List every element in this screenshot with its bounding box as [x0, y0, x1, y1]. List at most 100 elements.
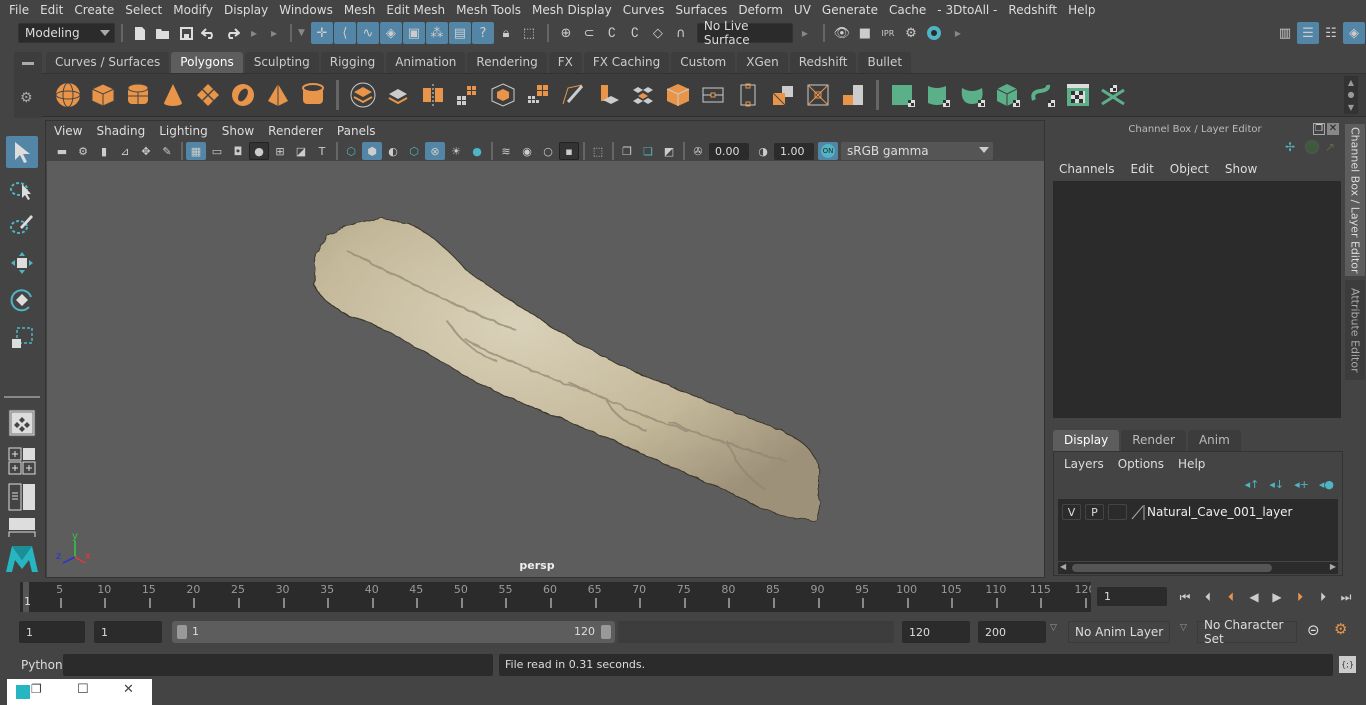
pin-icon[interactable]: ↗	[1325, 140, 1335, 154]
append-polygon-icon[interactable]	[660, 78, 695, 113]
gate-mask-icon[interactable]: ●	[249, 142, 269, 160]
poly-pipe-icon[interactable]	[295, 78, 330, 113]
render-settings-icon[interactable]: ⚙	[900, 22, 922, 44]
shelf-tab-curves-surfaces[interactable]: Curves / Surfaces	[46, 52, 170, 73]
lasso-tool[interactable]	[6, 173, 38, 205]
select-by-object-icon[interactable]: ⟨	[333, 22, 356, 44]
new-empty-layer-icon[interactable]: ◂+	[1294, 478, 1309, 491]
3d-viewport[interactable]: y x z persp	[47, 161, 1044, 577]
uv-unfold-icon[interactable]	[1025, 78, 1060, 113]
close-icon[interactable]: ✕	[1327, 123, 1339, 135]
viewport-menu-lighting[interactable]: Lighting	[159, 124, 216, 138]
image-plane-icon[interactable]: ⊿	[115, 142, 135, 160]
snap-to-point-icon[interactable]: ∁	[601, 22, 623, 44]
color-management-toggle[interactable]: ON	[818, 142, 838, 160]
animation-preferences-icon[interactable]: ⚙	[1334, 620, 1347, 638]
combine-icon[interactable]	[345, 78, 380, 113]
menu-3dtoall[interactable]: - 3DtoAll -	[932, 3, 1003, 17]
scroll-left-icon[interactable]: ◀	[1060, 562, 1066, 571]
cave-mesh-model[interactable]: y x z persp	[47, 161, 1044, 577]
menu-mesh-display[interactable]: Mesh Display	[527, 3, 618, 17]
snap-to-view-plane-icon[interactable]: ∁	[624, 22, 646, 44]
selection-mode-dropdown-icon[interactable]: ▼	[298, 28, 305, 38]
collapse-arrow-icon[interactable]: ▸	[244, 26, 264, 40]
viewport-menu-shading[interactable]: Shading	[96, 124, 153, 138]
shelf-tab-bullet[interactable]: Bullet	[858, 52, 912, 73]
outliner-persp-layout-button[interactable]	[6, 481, 38, 513]
edge-loop-icon[interactable]	[695, 78, 730, 113]
anim-layer-dropdown[interactable]: No Anim Layer	[1068, 621, 1170, 643]
lock-icon[interactable]: 🔒︎	[495, 22, 517, 44]
xray-joints-icon[interactable]: ❏	[638, 142, 658, 160]
make-live-icon[interactable]: ∩	[670, 22, 692, 44]
open-scene-icon[interactable]	[152, 22, 174, 44]
use-default-material-icon[interactable]: ◐	[383, 142, 403, 160]
side-tab-attribute-editor[interactable]: Attribute Editor	[1345, 280, 1365, 380]
layer-tab-anim[interactable]: Anim	[1187, 430, 1241, 451]
depth-of-field-icon[interactable]: ▪	[559, 142, 579, 160]
layer-display-type-toggle[interactable]	[1108, 504, 1127, 520]
menu-help[interactable]: Help	[1063, 3, 1101, 17]
layer-name[interactable]: Natural_Cave_001_layer	[1147, 505, 1293, 519]
redo-icon[interactable]	[221, 22, 243, 44]
menu-surfaces[interactable]: Surfaces	[670, 3, 733, 17]
wireframe-icon[interactable]: ⬡	[341, 142, 361, 160]
four-view-layout-button[interactable]	[6, 445, 38, 477]
channel-box-toggle-icon[interactable]: ◈	[1343, 22, 1365, 44]
shelf-tab-sculpting[interactable]: Sculpting	[244, 52, 319, 73]
viewport-menu-view[interactable]: View	[54, 124, 90, 138]
bevel-cube-icon[interactable]	[485, 78, 520, 113]
menu-edit[interactable]: Edit	[35, 3, 69, 17]
shadows-icon[interactable]: ●	[467, 142, 487, 160]
motion-blur-icon[interactable]: ◉	[517, 142, 537, 160]
mirror-icon[interactable]	[415, 78, 450, 113]
xray-icon[interactable]: ❐	[617, 142, 637, 160]
menu-modify[interactable]: Modify	[168, 3, 219, 17]
snap-to-surface-icon[interactable]: ◇	[647, 22, 669, 44]
menu-edit-mesh[interactable]: Edit Mesh	[381, 3, 451, 17]
range-start-handle[interactable]	[177, 625, 187, 639]
bevel-icon[interactable]	[765, 78, 800, 113]
scroll-down-icon[interactable]: ▼	[1348, 103, 1354, 112]
render-current-frame-icon[interactable]: ■	[854, 22, 876, 44]
shelf-scroll-control[interactable]: ▲ ● ▼	[1344, 76, 1358, 114]
poly-cone-icon[interactable]	[155, 78, 190, 113]
step-forward-frame-icon[interactable]: ⏵	[1313, 587, 1333, 607]
channel-list-area[interactable]	[1053, 181, 1341, 418]
viewport-menu-show[interactable]: Show	[222, 124, 262, 138]
poly-sphere-icon[interactable]	[50, 78, 85, 113]
menu-generate[interactable]: Generate	[817, 3, 884, 17]
sync-icon[interactable]	[1305, 140, 1319, 154]
chevron-down-icon[interactable]: ▽	[1180, 623, 1187, 633]
poly-cylinder-icon[interactable]	[120, 78, 155, 113]
film-gate-icon[interactable]: ▭	[207, 142, 227, 160]
menu-mesh[interactable]: Mesh	[339, 3, 382, 17]
range-slider[interactable]: 1 120	[172, 621, 615, 643]
select-handles-icon[interactable]: ◈	[379, 22, 402, 44]
layer-menu-layers[interactable]: Layers	[1064, 457, 1104, 471]
new-layer-selected-icon[interactable]: ◂●	[1319, 478, 1334, 491]
animation-start-field[interactable]: 1	[19, 621, 85, 643]
persp-graph-layout-button[interactable]	[6, 517, 38, 537]
collapse-arrow-icon[interactable]: ▸	[946, 26, 970, 40]
restore-icon[interactable]: ❐	[31, 682, 42, 696]
auto-key-icon[interactable]: ⊝	[1307, 621, 1320, 639]
go-to-start-icon[interactable]: ⏮	[1175, 587, 1195, 607]
grease-pencil-icon[interactable]: ✎	[157, 142, 177, 160]
uv-spherical-icon[interactable]	[955, 78, 990, 113]
poly-cube-icon[interactable]	[85, 78, 120, 113]
close-window-icon[interactable]: ✕	[123, 682, 134, 697]
multi-cut-icon[interactable]	[555, 78, 590, 113]
textured-icon[interactable]: ⊗	[425, 142, 445, 160]
poly-torus-icon[interactable]	[225, 78, 260, 113]
wireframe-on-shaded-icon[interactable]: ⬡	[404, 142, 424, 160]
snap-to-grid-icon[interactable]: ⊕	[555, 22, 577, 44]
single-perspective-layout-button[interactable]	[6, 407, 38, 439]
scale-tool[interactable]	[6, 322, 38, 354]
menu-create[interactable]: Create	[69, 3, 120, 17]
undo-icon[interactable]	[198, 22, 220, 44]
chevron-down-icon[interactable]: ▽	[1050, 623, 1057, 633]
playback-start-field[interactable]: 1	[94, 621, 162, 643]
shelf-tab-rendering[interactable]: Rendering	[467, 52, 547, 73]
layer-tab-render[interactable]: Render	[1121, 430, 1186, 451]
